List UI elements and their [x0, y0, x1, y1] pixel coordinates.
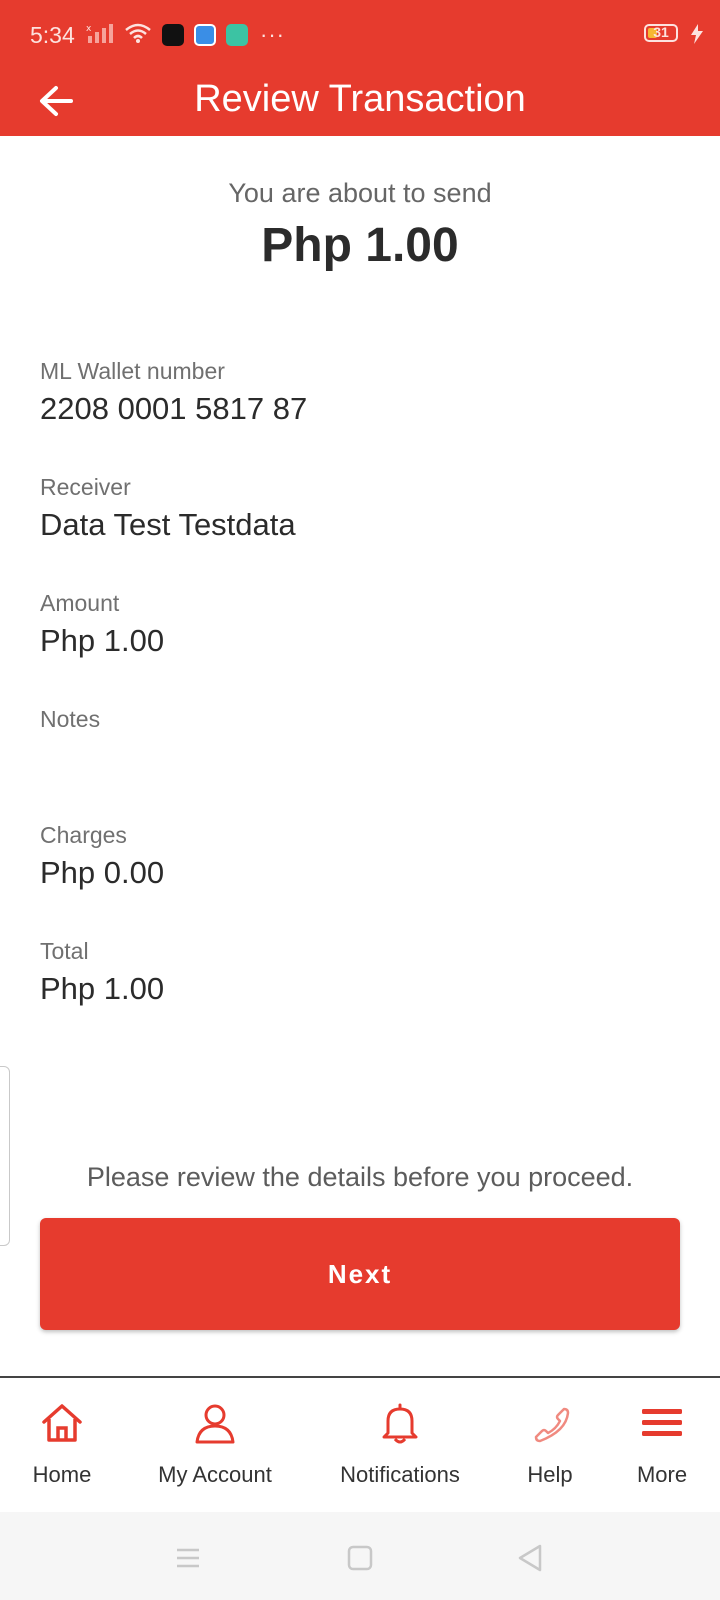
charges-label: Charges: [40, 822, 127, 848]
amount-label: Amount: [40, 590, 120, 616]
home-system-button[interactable]: [340, 1540, 380, 1580]
amount-value: Php 1.00: [40, 623, 165, 658]
system-navigation-bar: [0, 1512, 720, 1600]
notes-value: [40, 739, 100, 775]
nav-item-help[interactable]: Help: [512, 1378, 588, 1512]
charges-field: Charges Php 0.00: [40, 822, 164, 891]
user-icon: [193, 1400, 237, 1446]
back-system-button[interactable]: [510, 1540, 550, 1580]
battery-icon: 31: [644, 24, 678, 42]
review-note: Please review the details before you pro…: [86, 1162, 634, 1192]
menu-icon: [640, 1400, 684, 1446]
status-time: 5:34: [30, 22, 75, 48]
receiver-label: Receiver: [40, 474, 131, 500]
bottom-navigation: Home My Account Notifications Help More: [0, 1376, 720, 1512]
square-icon: [347, 1545, 373, 1576]
receiver-field: Receiver Data Test Testdata: [40, 474, 296, 543]
total-field: Total Php 1.00: [40, 938, 164, 1007]
total-label: Total: [40, 938, 89, 964]
signal-icon: x: [86, 22, 114, 49]
next-button[interactable]: Next: [40, 1218, 680, 1330]
wallet-number-label: ML Wallet number: [40, 358, 225, 384]
nav-label-notifications: Notifications: [340, 1462, 460, 1487]
nav-label-more: More: [636, 1462, 688, 1487]
app-bar: Review Transaction: [0, 70, 720, 136]
menu-lines-icon: [175, 1546, 201, 1575]
more-notifications-indicator: ···: [260, 22, 285, 47]
nav-item-my-account[interactable]: My Account: [150, 1378, 280, 1512]
phone-icon: [528, 1400, 572, 1446]
app-notification-icon: [194, 24, 216, 46]
notes-field: Notes: [40, 706, 100, 775]
nav-item-more[interactable]: More: [624, 1378, 700, 1512]
triangle-back-icon: [516, 1543, 544, 1578]
status-bar: 5:34 x ··· 31: [0, 0, 720, 70]
charging-icon: [690, 24, 704, 49]
nav-item-home[interactable]: Home: [22, 1378, 102, 1512]
side-drawer-handle[interactable]: [0, 1066, 10, 1246]
status-icons: x ···: [86, 22, 285, 48]
wallet-number-value: 2208 0001 5817 87: [40, 391, 308, 426]
app-notification-icon: [162, 24, 184, 46]
recent-apps-button[interactable]: [168, 1540, 208, 1580]
svg-text:x: x: [86, 24, 92, 34]
home-icon: [40, 1400, 84, 1446]
send-amount: Php 1.00: [261, 219, 459, 272]
nav-item-notifications[interactable]: Notifications: [330, 1378, 470, 1512]
app-notification-icon: [226, 24, 248, 46]
nav-label-home: Home: [32, 1462, 92, 1487]
total-value: Php 1.00: [40, 971, 165, 1006]
battery-level: 31: [653, 24, 669, 40]
nav-label-my-account: My Account: [158, 1462, 272, 1487]
wifi-icon: [124, 22, 152, 49]
send-subtitle: You are about to send: [228, 178, 492, 208]
charges-value: Php 0.00: [40, 855, 165, 890]
wallet-number-field: ML Wallet number 2208 0001 5817 87: [40, 358, 307, 427]
page-title: Review Transaction: [194, 78, 526, 120]
nav-label-help: Help: [527, 1462, 573, 1487]
receiver-value: Data Test Testdata: [40, 507, 296, 542]
amount-field: Amount Php 1.00: [40, 590, 164, 659]
notes-label: Notes: [40, 706, 101, 732]
bell-icon: [378, 1400, 422, 1446]
